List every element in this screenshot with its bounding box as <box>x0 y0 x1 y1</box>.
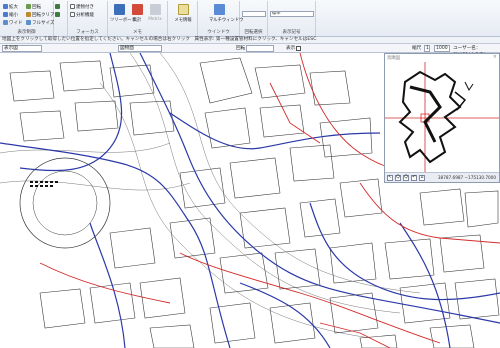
scale-denominator[interactable]: 1000 <box>434 45 450 52</box>
zoom-out-tool-button[interactable]: Q <box>403 175 409 181</box>
group-title: 回転選択 <box>244 30 263 35</box>
rotate-label: 回転 <box>236 46 246 51</box>
multi-window-button[interactable]: マルチウィンドウ <box>209 4 243 23</box>
tree-icon <box>113 4 125 15</box>
bar-chart-icon <box>131 4 143 15</box>
show-checkbox[interactable] <box>296 46 301 51</box>
layer-field[interactable]: 図物面 <box>118 45 162 52</box>
history-group <box>54 1 68 36</box>
forward-button[interactable] <box>55 11 60 18</box>
map-toolbar: 表示図 図物面 回転 表示 縮尺 1 1000 ユーザー名：SNAP1(大倉寿) <box>0 44 500 58</box>
rotate-button[interactable]: 回転 <box>26 3 41 10</box>
rotate-select-dropdown[interactable] <box>242 11 266 17</box>
group-title: メモ <box>133 30 142 35</box>
back-button[interactable] <box>55 3 60 10</box>
metrix-button[interactable]: Metrix <box>146 4 164 22</box>
overview-coordinates: 38787.6987 −175130.7000 <box>437 175 496 180</box>
matrix-icon <box>149 4 161 15</box>
tools-group: ツリーボード 集計 Metrix メモ <box>108 1 168 36</box>
zoom-in-tool-button[interactable]: Q <box>395 175 401 181</box>
forward-arrow-icon <box>55 12 60 17</box>
tree-board-button[interactable]: ツリーボード <box>110 4 136 23</box>
layer-checkbox-item[interactable]: 建物付き <box>70 3 94 10</box>
rotate-input[interactable] <box>246 45 274 52</box>
wide-icon <box>3 20 8 25</box>
overview-toolbar: ↖ Q Q ↶ ⌂ 38787.6987 −175130.7000 <box>385 172 499 182</box>
fullsize-icon <box>26 20 31 25</box>
undo-tool-button[interactable]: ↶ <box>411 175 417 181</box>
back-arrow-icon <box>55 4 60 9</box>
checkbox-icon <box>70 4 75 9</box>
user-info: ユーザー名：SNAP1(大倉寿) <box>453 46 486 58</box>
home-tool-button[interactable]: ⌂ <box>419 175 425 181</box>
layer-group: 建物付き 分析機能 フォーカス <box>68 1 108 36</box>
rotate-icon <box>26 4 31 9</box>
zoom-out-icon <box>3 12 8 17</box>
summary-button[interactable]: 集計 <box>128 4 146 23</box>
memo-group: メモ情報 <box>168 1 198 36</box>
memo-info-button[interactable]: メモ情報 <box>174 4 192 23</box>
group-title: 表示記号 <box>282 30 301 35</box>
overview-map-panel: 鳥瞰図 × 1m ↖ Q Q ↶ ⌂ 38787.6987 −175130.70… <box>384 53 500 183</box>
window-group: マルチウィンドウ ウインドウ <box>198 1 243 36</box>
plaza-circle <box>19 157 111 249</box>
overview-title: 鳥瞰図 <box>387 56 401 61</box>
ribbon-toolbar: 拡大 回転 縮小 回転クリア ワイド フルサイズ 表示制御 建物付き 分析機能 … <box>0 0 500 37</box>
fullsize-button[interactable]: フルサイズ <box>26 19 54 26</box>
view-control-group: 拡大 回転 縮小 回転クリア ワイド フルサイズ 表示制御 <box>0 1 55 36</box>
analysis-item[interactable]: 分析機能 <box>70 11 94 18</box>
scale-numerator[interactable]: 1 <box>424 45 430 52</box>
rotate-clear-icon <box>26 12 31 17</box>
overview-close-button[interactable]: × <box>493 54 497 60</box>
select-tool-button[interactable]: ↖ <box>387 175 393 181</box>
zoom-in-icon <box>3 4 8 9</box>
show-label: 表示 <box>286 46 296 51</box>
symbol-select-dropdown[interactable]: 標準 <box>270 11 314 17</box>
group-title: ウインドウ <box>207 30 230 35</box>
group-title: フォーカス <box>76 30 99 35</box>
window-icon <box>213 4 225 15</box>
status-message: 地図上をクリックして取得したい位置を指定してください。キャンセルの場合は右クリッ… <box>0 37 500 44</box>
memo-icon <box>177 4 189 15</box>
rotate-select-group: 回転選択 <box>240 1 268 36</box>
checkbox-icon <box>70 12 75 17</box>
rotate-clear-button[interactable]: 回転クリア <box>26 11 55 18</box>
overview-map[interactable] <box>385 62 499 172</box>
zoom-in-button[interactable]: 拡大 <box>3 3 18 10</box>
symbol-group: 標準 表示記号 <box>268 1 316 36</box>
wide-button[interactable]: ワイド <box>3 19 23 26</box>
zoom-out-button[interactable]: 縮小 <box>3 11 18 18</box>
scale-label: 縮尺 <box>412 46 422 51</box>
group-title: 表示制御 <box>17 30 36 35</box>
display-map-field[interactable]: 表示図 <box>2 45 42 52</box>
